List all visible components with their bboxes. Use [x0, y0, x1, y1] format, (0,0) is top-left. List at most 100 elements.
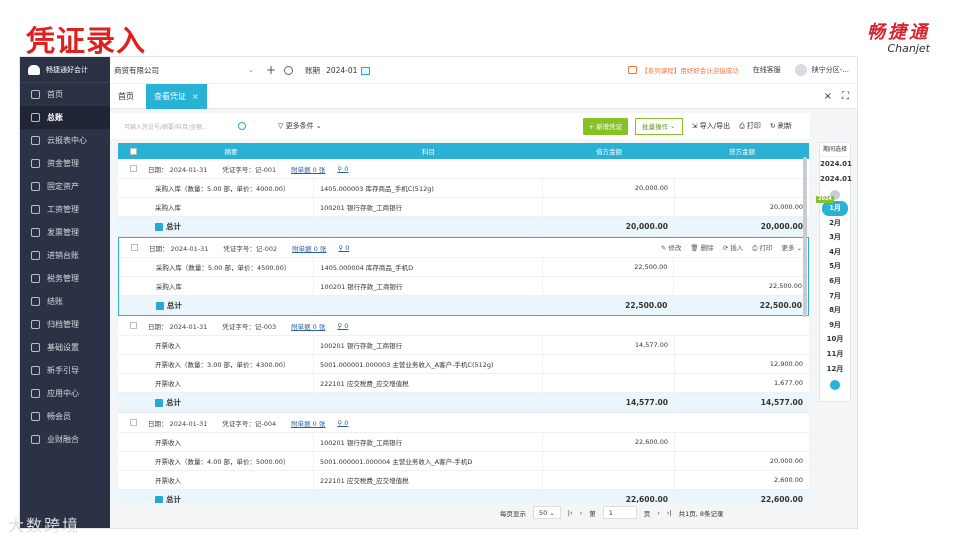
summary-cell[interactable]: 采购入库（数量：5.00 部，单价：4500.00） [149, 258, 315, 276]
paperclip-icon[interactable]: ⚲ 0 [337, 322, 348, 330]
account-cell[interactable]: 1405.000004 库存商品_手机D [314, 258, 543, 276]
month-4[interactable]: 4月 [820, 245, 850, 260]
voucher-checkbox[interactable] [130, 244, 138, 251]
summary-cell[interactable]: 采购入库（数量：5.00 部，单价：4000.00） [148, 179, 314, 197]
month-12[interactable]: 12月 [820, 362, 850, 377]
account-cell[interactable]: 5001.000001.000003 主营业务收入_A客户-手机C(512g) [314, 355, 543, 373]
summary-cell[interactable]: 开票收入（数量：4.00 部，单价：5000.00） [148, 452, 314, 470]
account-cell[interactable]: 100201 银行存款_工商银行 [314, 336, 543, 354]
tab-home[interactable]: 首页 [110, 84, 142, 109]
attachment-link[interactable]: 附单据 0 张 [292, 243, 326, 253]
print-button[interactable]: ⎙ 打印 [739, 121, 761, 131]
per-page-select[interactable]: 50 ⌄ [533, 506, 561, 519]
sidebar-item-15[interactable]: 业财融合 [20, 428, 110, 451]
last-page-icon[interactable]: ›| [667, 509, 672, 517]
delete-button[interactable]: 🗑 删除 [690, 242, 713, 253]
company-select[interactable]: 商贸有限公司 ⌄ [114, 65, 254, 76]
summary-cell[interactable]: 采购入库 [149, 277, 315, 295]
voucher-checkbox[interactable] [129, 322, 137, 329]
account-cell[interactable]: 100201 银行存款_工商银行 [314, 198, 543, 216]
credit-cell[interactable]: 2,600.00 [675, 471, 809, 489]
sidebar-item-3[interactable]: 资金管理 [20, 152, 110, 175]
fullscreen-icon[interactable]: ⛶ [842, 91, 849, 102]
summary-cell[interactable]: 采购入库 [148, 198, 314, 216]
sidebar-item-11[interactable]: 基础设置 [20, 336, 110, 359]
first-page-icon[interactable]: |‹ [568, 509, 573, 517]
sidebar-item-9[interactable]: 结账 [20, 290, 110, 313]
credit-cell[interactable] [674, 258, 808, 276]
paperclip-icon[interactable]: ⚲ 0 [337, 165, 348, 173]
month-9[interactable]: 9月 [820, 318, 850, 333]
account-cell[interactable]: 100201 银行存款_工商银行 [314, 433, 543, 451]
import-export-button[interactable]: ⇲ 导入/导出 [692, 121, 730, 131]
account-cell[interactable]: 5001.000001.000004 主营业务收入_A客户-手机D [314, 452, 543, 470]
sidebar-item-13[interactable]: 应用中心 [20, 382, 110, 405]
voucher-checkbox[interactable] [129, 165, 137, 172]
insert-button[interactable]: ⟳ 插入 [723, 242, 744, 253]
credit-cell[interactable] [675, 336, 809, 354]
more-conditions-button[interactable]: ▽ 更多条件 ⌄ [278, 121, 322, 131]
month-6[interactable]: 6月 [820, 274, 850, 289]
attachment-link[interactable]: 附单据 0 张 [291, 164, 325, 174]
credit-cell[interactable]: 20,000.00 [675, 198, 809, 216]
debit-cell[interactable] [543, 452, 675, 470]
period-display[interactable]: 账期 2024-01 [305, 65, 371, 76]
month-10[interactable]: 10月 [820, 332, 850, 347]
credit-cell[interactable]: 20,000.00 [675, 452, 809, 470]
debit-cell[interactable]: 22,600.00 [543, 433, 675, 451]
sidebar-item-7[interactable]: 进销台账 [20, 244, 110, 267]
next-page-icon[interactable]: › [657, 509, 660, 517]
tab-view-voucher[interactable]: 查看凭证 × [146, 83, 207, 109]
credit-cell[interactable] [675, 179, 809, 197]
debit-cell[interactable]: 14,577.00 [543, 336, 675, 354]
sidebar-item-4[interactable]: 固定资产 [20, 175, 110, 198]
month-7[interactable]: 7月 [820, 289, 850, 304]
debit-cell[interactable] [543, 374, 675, 392]
summary-cell[interactable]: 开票收入 [148, 336, 314, 354]
attachment-link[interactable]: 附单据 0 张 [291, 321, 325, 331]
debit-cell[interactable]: 22,500.00 [543, 258, 675, 276]
debit-cell[interactable]: 20,000.00 [543, 179, 675, 197]
credit-cell[interactable]: 22,500.00 [674, 277, 808, 295]
app-logo[interactable]: 畅捷通好会计 [20, 57, 110, 83]
sidebar-item-8[interactable]: 税务管理 [20, 267, 110, 290]
close-tab-icon[interactable]: × [192, 92, 199, 101]
debit-cell[interactable] [543, 198, 675, 216]
summary-cell[interactable]: 开票收入（数量：3.00 部，单价：4300.00） [148, 355, 314, 373]
search-input[interactable]: 可输入凭证号/摘要/科目/金额... [124, 118, 246, 134]
page-input[interactable]: 1 [602, 506, 637, 519]
debit-cell[interactable] [543, 471, 675, 489]
summary-cell[interactable]: 开票收入 [148, 433, 314, 451]
month-5[interactable]: 5月 [820, 259, 850, 274]
user-menu[interactable]: 陕宁分区-... [794, 64, 849, 76]
sidebar-item-2[interactable]: 云报表中心 [20, 129, 110, 152]
debit-cell[interactable] [543, 277, 675, 295]
month-11[interactable]: 11月 [820, 347, 850, 362]
credit-cell[interactable] [675, 433, 809, 451]
add-icon[interactable]: + [266, 63, 276, 77]
scrollbar[interactable] [803, 157, 807, 317]
print-voucher-button[interactable]: ⎙ 打印 [752, 242, 772, 253]
sidebar-item-1[interactable]: 总账 [20, 106, 110, 129]
summary-cell[interactable]: 开票收入 [148, 374, 314, 392]
credit-cell[interactable]: 12,900.00 [675, 355, 809, 373]
attachment-link[interactable]: 附单据 0 张 [291, 418, 325, 428]
sidebar-item-6[interactable]: 发票管理 [20, 221, 110, 244]
scroll-down-icon[interactable] [830, 380, 840, 391]
refresh-button[interactable]: ↻ 刷新 [770, 121, 792, 131]
sidebar-item-10[interactable]: 归档管理 [20, 313, 110, 336]
debit-cell[interactable] [543, 355, 675, 373]
credit-cell[interactable]: 1,677.00 [675, 374, 809, 392]
period-to[interactable]: 2024.01 [820, 172, 852, 187]
search-icon[interactable] [238, 122, 246, 130]
account-cell[interactable]: 222101 应交税费_应交增值税 [314, 374, 543, 392]
period-from[interactable]: 2024.01 [820, 157, 852, 172]
paperclip-icon[interactable]: ⚲ 0 [338, 244, 349, 252]
more-button[interactable]: 更多 ⌄ [781, 242, 802, 253]
sidebar-item-5[interactable]: 工资管理 [20, 198, 110, 221]
calendar-icon[interactable] [361, 66, 371, 75]
sidebar-item-14[interactable]: 畅会员 [20, 405, 110, 428]
gear-icon[interactable] [284, 65, 294, 75]
close-icon[interactable]: × [824, 91, 832, 102]
notice-banner[interactable]: 【系列课程】用好好会计迎接成功 [628, 65, 739, 75]
